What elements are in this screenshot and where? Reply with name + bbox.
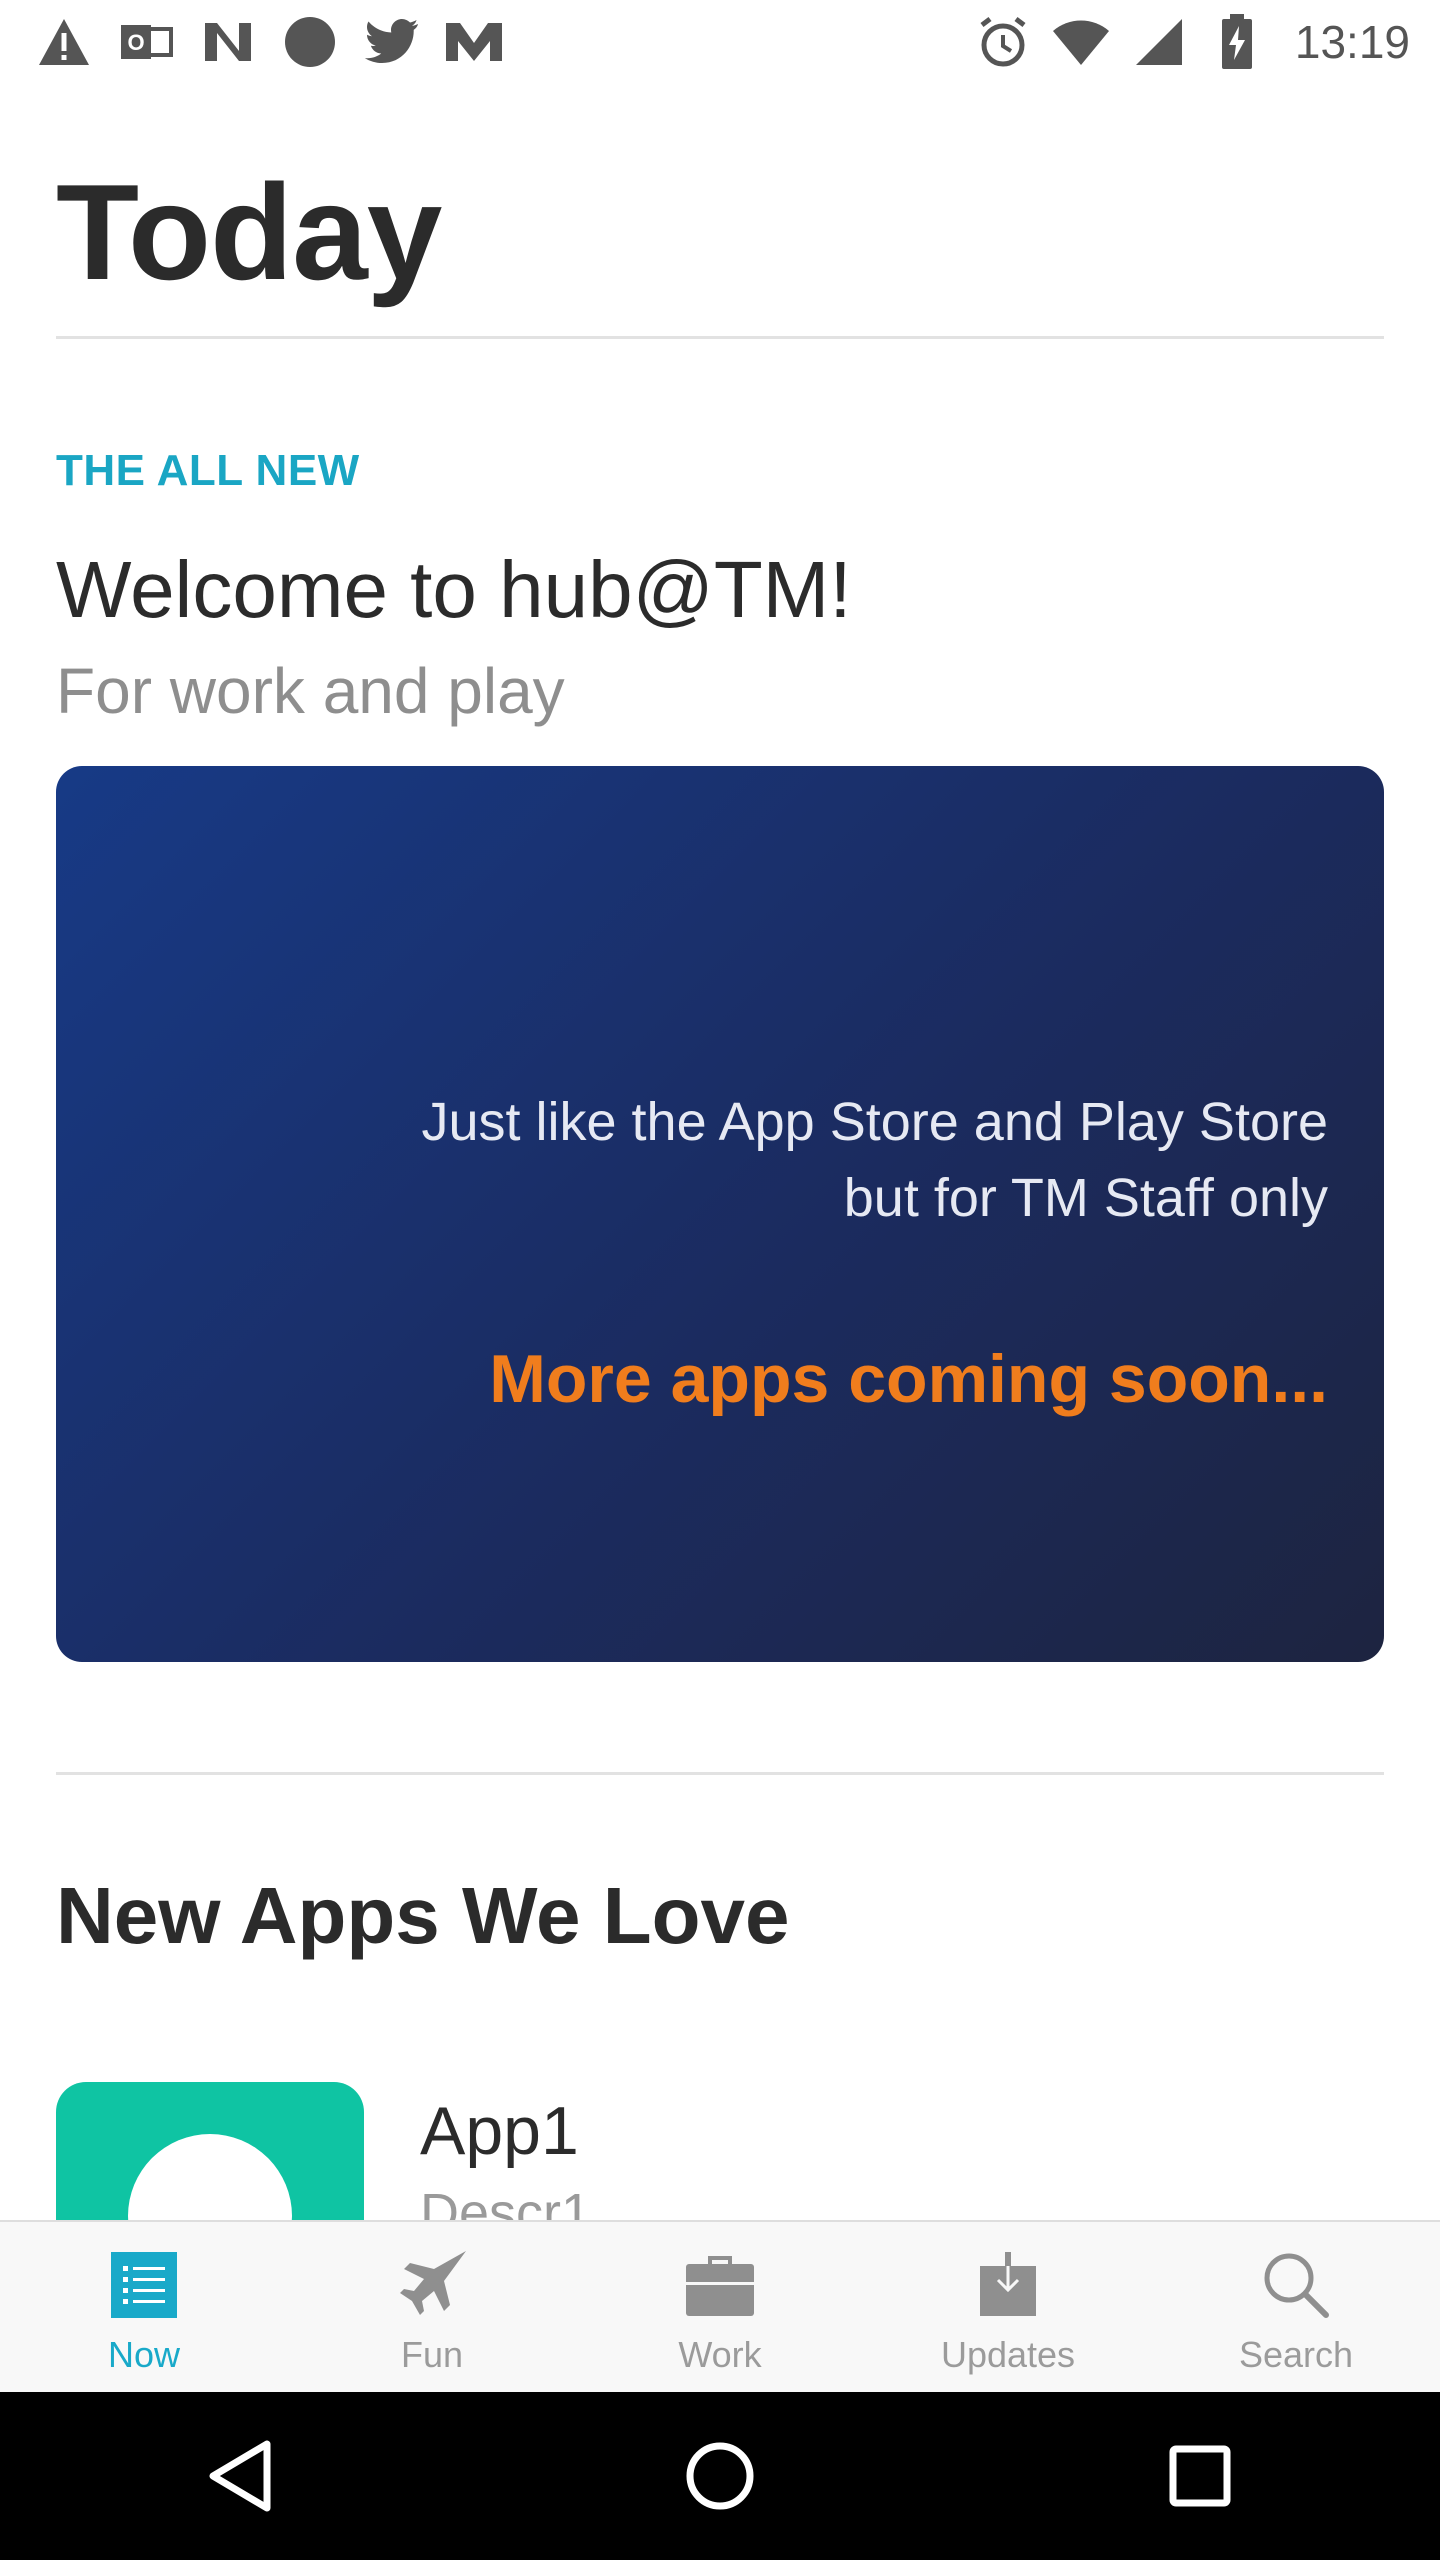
feature-subtitle: For work and play (56, 655, 565, 727)
section-divider (56, 1772, 1384, 1775)
page-title: Today (56, 156, 442, 308)
feature-card[interactable]: Just like the App Store and Play Store b… (56, 766, 1384, 1662)
tab-label: Now (107, 2334, 181, 2375)
section-title: New Apps We Love (56, 1871, 790, 1960)
notification-icons: O (34, 12, 504, 72)
tab-label: Work (678, 2334, 762, 2375)
clock: 13:19 (1294, 16, 1410, 68)
tab-label: Updates (940, 2334, 1076, 2375)
wifi-icon (1051, 12, 1111, 72)
warning-icon (34, 12, 94, 72)
system-status: 13:19 (973, 12, 1410, 72)
system-nav-bar (0, 2392, 1440, 2560)
feature-title[interactable]: Welcome to hub@TM! (56, 544, 852, 636)
m-icon (444, 12, 504, 72)
tab-label: Fun (400, 2334, 464, 2375)
n-icon (198, 12, 258, 72)
bottom-tab-bar: Now Fun Work Updates Search (0, 2220, 1440, 2394)
tab-updates[interactable]: Updates (864, 2222, 1152, 2394)
jet-icon (395, 2248, 469, 2322)
briefcase-icon (683, 2248, 757, 2322)
recents-icon[interactable] (1140, 2416, 1260, 2536)
title-divider (56, 336, 1384, 339)
search-icon (1259, 2248, 1333, 2322)
feature-eyebrow: THE ALL NEW (56, 446, 360, 495)
tab-now[interactable]: Now (0, 2222, 288, 2394)
home-icon[interactable] (660, 2416, 780, 2536)
circle-icon (280, 12, 340, 72)
tab-fun[interactable]: Fun (288, 2222, 576, 2394)
feature-card-description: Just like the App Store and Play Store b… (228, 1084, 1328, 1236)
twitter-icon (362, 12, 422, 72)
back-icon[interactable] (180, 2416, 300, 2536)
feature-card-promo: More apps coming soon... (489, 1341, 1328, 1417)
feature-card-line: but for TM Staff only (843, 1168, 1328, 1228)
outlook-icon: O (116, 12, 176, 72)
tab-work[interactable]: Work (576, 2222, 864, 2394)
alarm-icon (973, 12, 1033, 72)
list-icon (107, 2248, 181, 2322)
feature-card-line: Just like the App Store and Play Store (421, 1092, 1328, 1152)
app-name: App1 (420, 2093, 579, 2169)
tab-label: Search (1238, 2334, 1354, 2375)
status-bar: O 13:19 (0, 0, 1440, 84)
tab-search[interactable]: Search (1152, 2222, 1440, 2394)
svg-text:O: O (127, 30, 144, 55)
battery-charging-icon (1207, 12, 1267, 72)
signal-icon (1129, 12, 1189, 72)
download-icon (971, 2248, 1045, 2322)
